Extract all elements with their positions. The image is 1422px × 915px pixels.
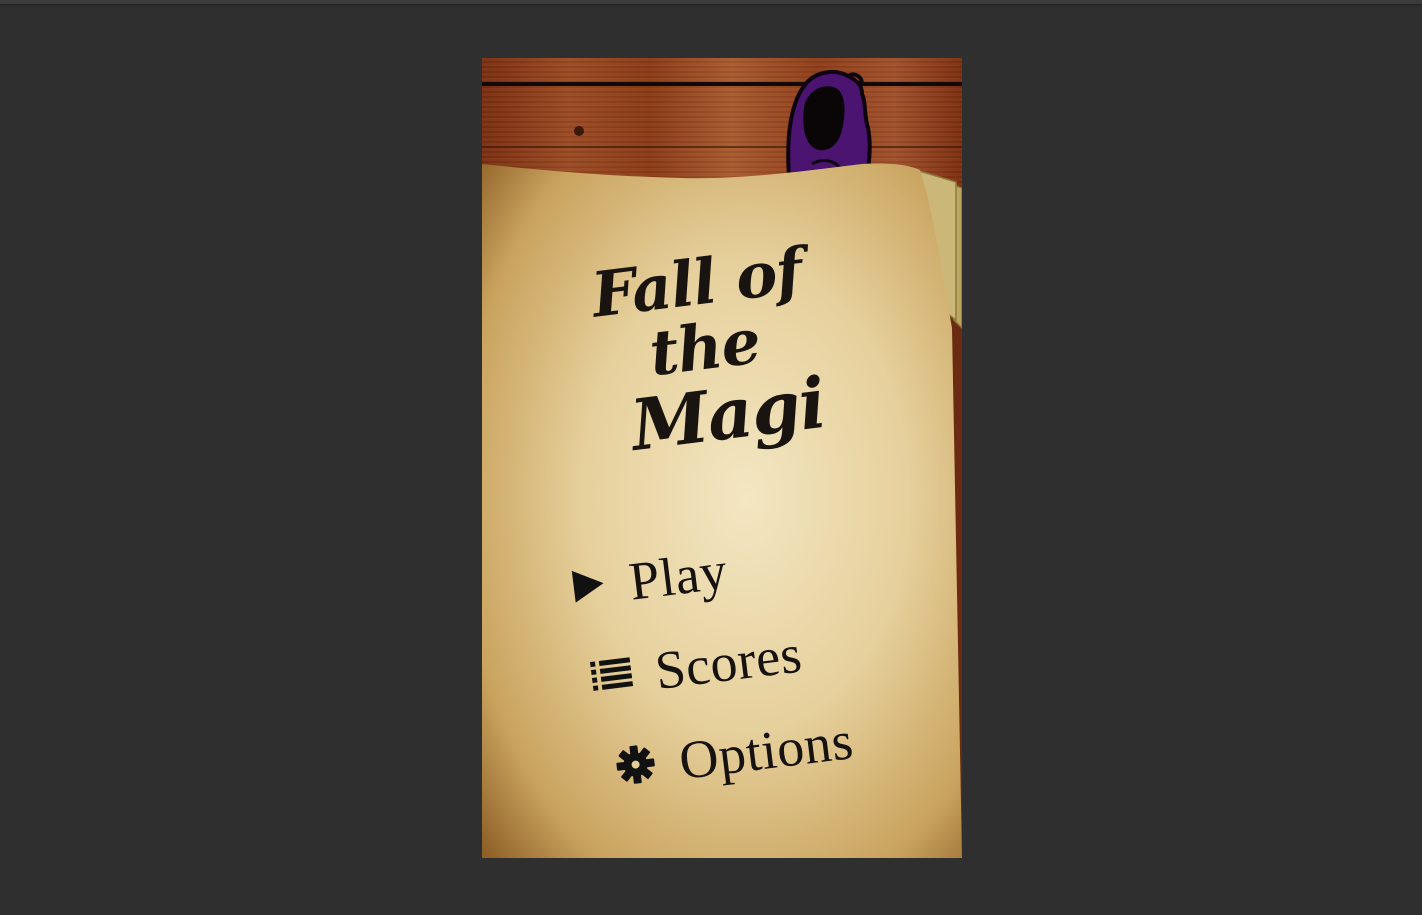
options-label: Options <box>675 710 857 791</box>
top-bar <box>0 0 1422 4</box>
list-icon <box>589 655 634 699</box>
play-button[interactable]: Play <box>568 539 731 620</box>
scores-label: Scores <box>651 623 806 701</box>
game-viewport[interactable]: Fall of the Magi Play Scores Options <box>482 58 962 858</box>
scores-button[interactable]: Scores <box>588 623 805 710</box>
gear-icon <box>613 742 658 792</box>
game-title: Fall of the Magi <box>534 231 876 472</box>
play-label: Play <box>625 540 731 612</box>
options-button[interactable]: Options <box>612 709 856 800</box>
play-icon <box>570 565 609 610</box>
main-menu: Fall of the Magi Play Scores Options <box>482 58 962 858</box>
